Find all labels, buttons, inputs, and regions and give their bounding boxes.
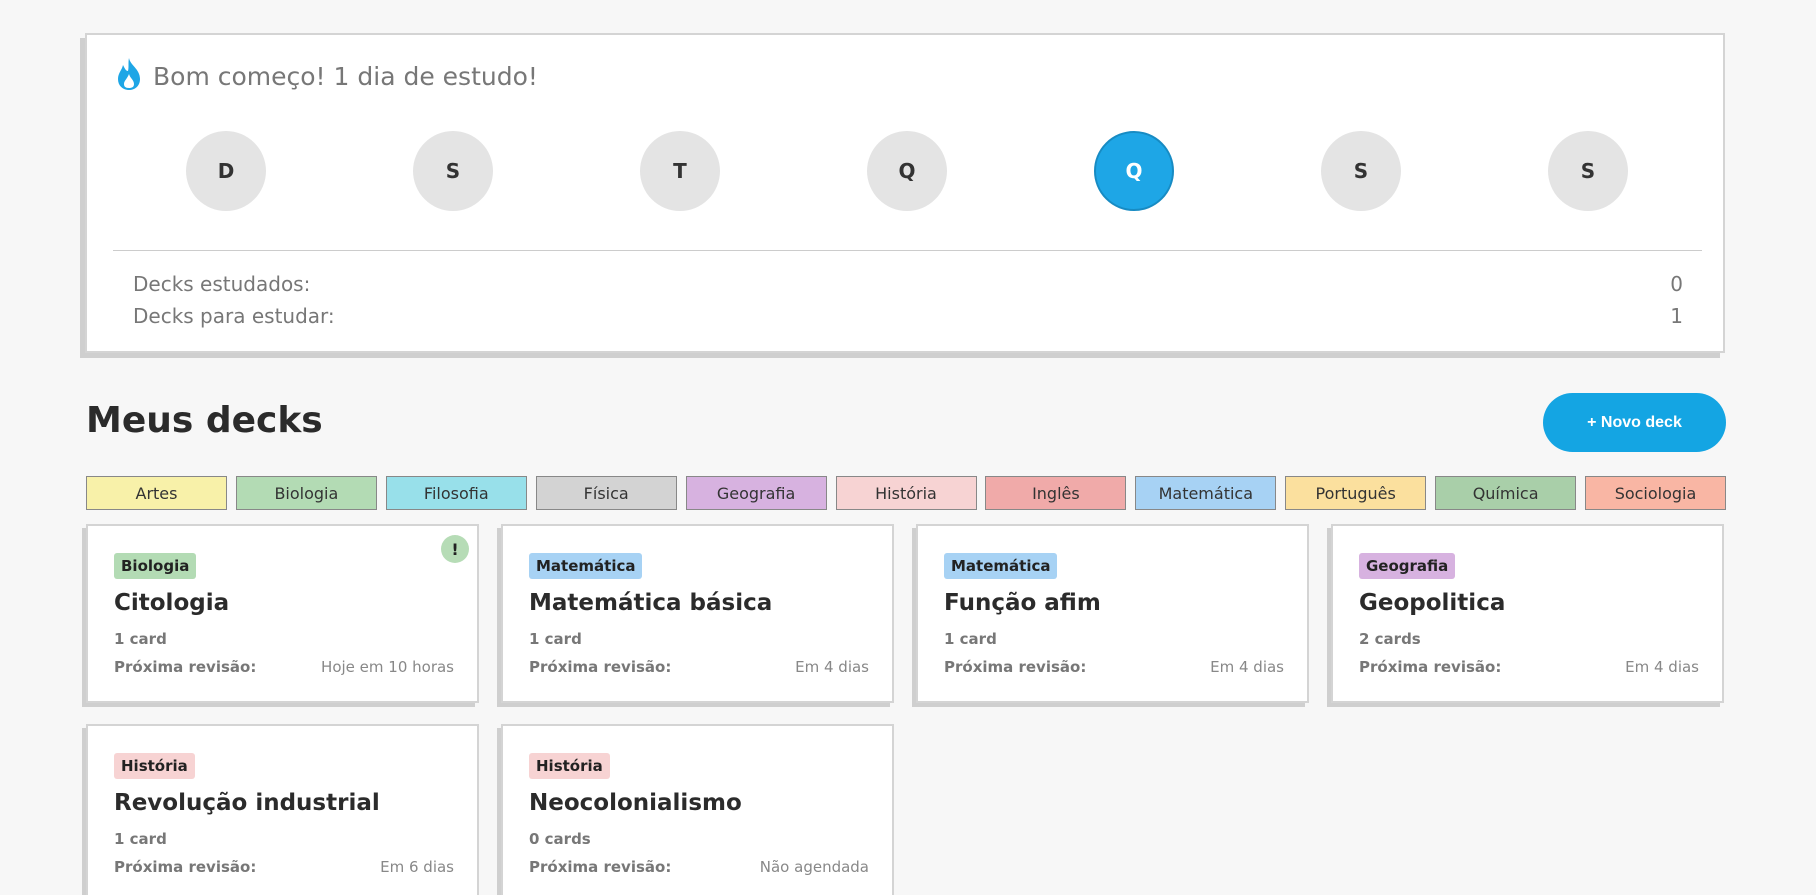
tag-filter[interactable]: Filosofia <box>385 476 527 510</box>
weekday-circle: S <box>1548 131 1628 211</box>
new-deck-button[interactable]: + Novo deck <box>1543 393 1726 452</box>
tag-filter[interactable]: Geografia <box>685 476 827 510</box>
review-label: Próxima revisão: <box>114 858 257 876</box>
deck-card-count: 1 card <box>114 830 167 848</box>
deck-next-review: Próxima revisão: Não agendada <box>529 858 869 876</box>
review-value: Hoje em 10 horas <box>321 658 454 676</box>
deck-tag-badge: Matemática <box>529 553 643 579</box>
deck-card[interactable]: Geografia Geopolitica 2 cards Próxima revis… <box>1331 524 1724 703</box>
weekday-circle: T <box>640 131 720 211</box>
deck-name: Citologia <box>114 590 230 616</box>
deck-next-review: Próxima revisão: Em 4 dias <box>944 658 1284 676</box>
due-alert-icon: ! <box>441 535 469 563</box>
deck-next-review: Próxima revisão: Em 4 dias <box>1359 658 1699 676</box>
stat-decks-studied: Decks estudados: 0 <box>133 272 1683 296</box>
deck-card-count: 0 cards <box>529 830 591 848</box>
tag-filter[interactable]: Artes <box>86 476 227 510</box>
review-value: Não agendada <box>759 858 869 876</box>
review-value: Em 6 dias <box>380 858 454 876</box>
tag-filter[interactable]: Matemática <box>1135 476 1277 510</box>
deck-card-count: 2 cards <box>1359 630 1421 648</box>
review-label: Próxima revisão: <box>1359 658 1502 676</box>
tag-filter[interactable]: Português <box>1285 476 1427 510</box>
deck-name: Matemática básica <box>529 590 773 616</box>
tag-filter[interactable]: História <box>835 476 977 510</box>
review-value: Em 4 dias <box>795 658 869 676</box>
deck-name: Função afim <box>944 590 1101 616</box>
streak-title: Bom começo! 1 dia de estudo! <box>153 61 538 91</box>
deck-card[interactable]: História Revolução industrial 1 card Próxim… <box>86 724 479 895</box>
deck-card-count: 1 card <box>944 630 997 648</box>
weekday-row: DSTQQSS <box>186 131 1628 211</box>
deck-name: Neocolonialismo <box>529 790 742 816</box>
review-value: Em 4 dias <box>1625 658 1699 676</box>
tag-filter[interactable]: Sociologia <box>1585 476 1726 510</box>
deck-card-count: 1 card <box>114 630 167 648</box>
deck-card-count: 1 card <box>529 630 582 648</box>
streak-card: Bom começo! 1 dia de estudo! D S T Q Q S S Dec… <box>85 33 1725 353</box>
weekday-circle: Q <box>867 131 947 211</box>
review-label: Próxima revisão: <box>529 658 672 676</box>
deck-tag-badge: Matemática <box>944 553 1058 579</box>
deck-tag-badge: Geografia <box>1359 553 1456 579</box>
deck-tag-badge: História <box>114 753 195 779</box>
deck-card[interactable]: Matemática Função afim 1 card Próxima revis… <box>916 524 1309 703</box>
tag-filter-bar: Artes Biologia Filosofia Física Geografia His… <box>86 476 1726 510</box>
weekday-circle: D <box>186 131 266 211</box>
stat-label: Decks para estudar: <box>133 304 335 328</box>
streak-header: Bom começo! 1 dia de estudo! <box>113 57 538 95</box>
stat-label: Decks estudados: <box>133 272 311 296</box>
weekday-circle: S <box>413 131 493 211</box>
deck-next-review: Próxima revisão: Em 6 dias <box>114 858 454 876</box>
deck-name: Revolução industrial <box>114 790 380 816</box>
deck-tag-badge: História <box>529 753 610 779</box>
divider <box>113 250 1702 251</box>
review-value: Em 4 dias <box>1210 658 1284 676</box>
stat-decks-to-study: Decks para estudar: 1 <box>133 304 1683 328</box>
flame-icon <box>113 57 145 95</box>
deck-name: Geopolitica <box>1359 590 1506 616</box>
deck-card[interactable]: Biologia Citologia 1 card Próxima revisão: H… <box>86 524 479 703</box>
tag-filter[interactable]: Biologia <box>235 476 377 510</box>
tag-filter[interactable]: Inglês <box>985 476 1127 510</box>
review-label: Próxima revisão: <box>114 658 257 676</box>
page-title: Meus decks <box>86 400 323 441</box>
deck-next-review: Próxima revisão: Hoje em 10 horas <box>114 658 454 676</box>
tag-filter[interactable]: Química <box>1435 476 1577 510</box>
deck-card[interactable]: História Neocolonialismo 0 cards Próxima re… <box>501 724 894 895</box>
review-label: Próxima revisão: <box>529 858 672 876</box>
stat-value: 1 <box>1670 304 1683 328</box>
tag-filter[interactable]: Física <box>535 476 677 510</box>
deck-tag-badge: Biologia <box>114 553 197 579</box>
weekday-circle: Q <box>1094 131 1174 211</box>
stat-value: 0 <box>1670 272 1683 296</box>
deck-card[interactable]: Matemática Matemática básica 1 card Próxima… <box>501 524 894 703</box>
review-label: Próxima revisão: <box>944 658 1087 676</box>
deck-next-review: Próxima revisão: Em 4 dias <box>529 658 869 676</box>
weekday-circle: S <box>1321 131 1401 211</box>
